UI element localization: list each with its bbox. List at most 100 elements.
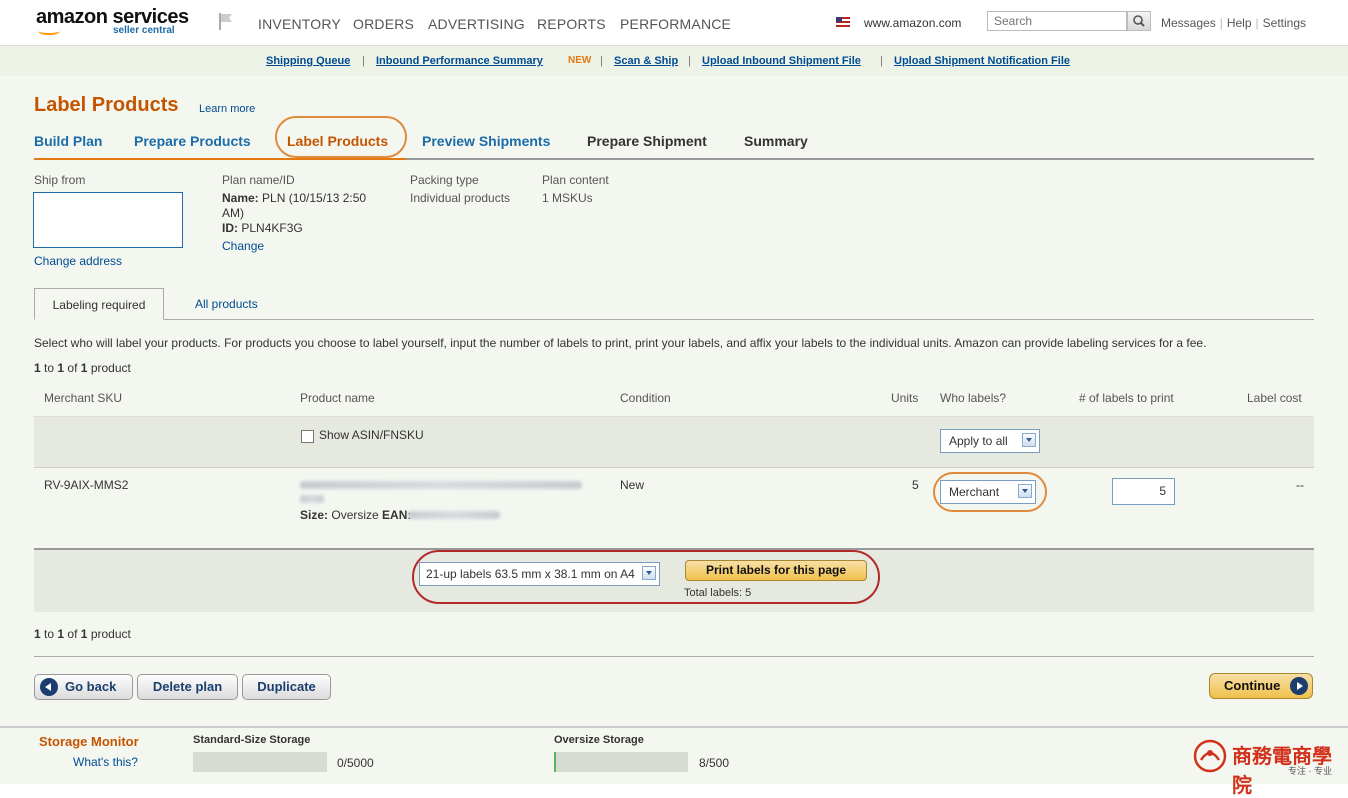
step-preview-shipments[interactable]: Preview Shipments [422, 133, 550, 149]
plan-name-label: Plan name/ID [222, 173, 295, 187]
tab-underline [34, 319, 1314, 320]
search-button[interactable] [1127, 11, 1151, 31]
page-end: 1 [57, 627, 65, 641]
duplicate-button[interactable]: Duplicate [242, 674, 331, 700]
plan-content-label: Plan content [542, 173, 609, 187]
arrow-left-icon [40, 678, 58, 696]
search-input[interactable] [987, 11, 1127, 31]
settings-link[interactable]: Settings [1263, 16, 1306, 30]
top-links: Messages | Help | Settings [1161, 16, 1306, 30]
continue-label: Continue [1224, 678, 1281, 693]
show-asin-label: Show ASIN/FNSKU [319, 428, 424, 442]
product-name-redacted [300, 481, 582, 489]
product-name-redacted-2 [300, 495, 324, 503]
page-start: 1 [34, 361, 41, 375]
step-prepare-products[interactable]: Prepare Products [134, 133, 251, 149]
step-progress-completed [34, 158, 406, 160]
pagination-top: 1 to 1 of 1 product [34, 361, 131, 375]
top-bar: amazon services seller central INVENTORY… [0, 0, 1348, 46]
oversize-storage-bar [554, 752, 688, 772]
packing-type-value: Individual products [410, 191, 511, 205]
table-filter-row [34, 416, 1314, 467]
sub-navigation: Shipping Queue | Inbound Performance Sum… [0, 46, 1348, 76]
flag-icon[interactable] [218, 12, 234, 30]
highlight-ring-print [412, 550, 880, 604]
step-build-plan[interactable]: Build Plan [34, 133, 102, 149]
logo-smile-icon [38, 27, 60, 35]
continue-button[interactable]: Continue [1209, 673, 1313, 699]
nav-advertising[interactable]: ADVERTISING [428, 16, 525, 32]
merchant-sku-value: RV-9AIX-MMS2 [44, 478, 129, 492]
page-of: of [67, 361, 78, 375]
labels-to-print-input[interactable]: 5 [1112, 478, 1175, 505]
packing-type-label: Packing type [410, 173, 479, 187]
oversize-storage-value: 8/500 [699, 756, 730, 770]
id-label: ID: [222, 221, 238, 235]
nav-reports[interactable]: REPORTS [537, 16, 606, 32]
highlight-ring-step [275, 116, 407, 158]
separator: | [1219, 16, 1223, 30]
apply-to-all-select[interactable]: Apply to all [940, 429, 1040, 453]
ean-label: EAN: [382, 508, 412, 522]
upload-notification-link[interactable]: Upload Shipment Notification File [894, 55, 1070, 67]
page-to: to [44, 361, 55, 375]
us-flag-icon [836, 17, 850, 27]
col-condition: Condition [620, 391, 671, 405]
col-units: Units [891, 391, 919, 405]
pagination-bottom: 1 to 1 of 1 product [34, 627, 131, 641]
units-value: 5 [912, 478, 919, 492]
page-unit: product [90, 627, 131, 641]
messages-link[interactable]: Messages [1161, 16, 1216, 30]
scan-ship-link[interactable]: Scan & Ship [614, 55, 678, 67]
tab-all-products[interactable]: All products [195, 297, 258, 311]
highlight-ring-who-labels [933, 472, 1047, 512]
nav-orders[interactable]: ORDERS [353, 16, 414, 32]
separator: | [880, 55, 883, 67]
learn-more-link[interactable]: Learn more [199, 103, 255, 115]
oversize-storage-label: Oversize Storage [554, 734, 644, 746]
arrow-right-icon [1290, 677, 1308, 695]
separator: | [1255, 16, 1259, 30]
marketplace-link[interactable]: www.amazon.com [864, 16, 961, 30]
page-total: 1 [80, 361, 88, 375]
nav-inventory[interactable]: INVENTORY [258, 16, 341, 32]
step-summary: Summary [744, 133, 808, 149]
size-label: Size: [300, 508, 329, 522]
ship-from-address-box [33, 192, 183, 248]
go-back-button[interactable]: Go back [34, 674, 133, 700]
search-icon [1133, 15, 1145, 27]
separator: | [600, 55, 603, 67]
separator: | [688, 55, 691, 67]
delete-plan-button[interactable]: Delete plan [137, 674, 238, 700]
col-labels-to-print: # of labels to print [1079, 391, 1174, 405]
standard-storage-value: 0/5000 [337, 756, 374, 770]
shipping-queue-link[interactable]: Shipping Queue [266, 55, 350, 67]
instructions-text: Select who will label your products. For… [34, 336, 1207, 350]
upload-inbound-link[interactable]: Upload Inbound Shipment File [702, 55, 861, 67]
label-cost-value: -- [1296, 478, 1304, 492]
nav-performance[interactable]: PERFORMANCE [620, 16, 731, 32]
chevron-down-icon [1022, 433, 1036, 447]
logo-sub: seller central [113, 25, 175, 36]
plan-content-value: 1 MSKUs [542, 191, 593, 205]
change-plan-link[interactable]: Change [222, 239, 264, 253]
separator: | [362, 55, 365, 67]
page-start: 1 [34, 627, 41, 641]
apply-to-all-value: Apply to all [949, 434, 1008, 448]
col-label-cost: Label cost [1247, 391, 1302, 405]
col-who-labels: Who labels? [940, 391, 1007, 405]
tab-labeling-required[interactable]: Labeling required [34, 288, 164, 320]
page-to: to [44, 627, 55, 641]
page-title: Label Products [34, 94, 179, 116]
go-back-label: Go back [65, 679, 117, 694]
change-address-link[interactable]: Change address [34, 254, 122, 268]
show-asin-checkbox[interactable] [301, 430, 314, 443]
divider [34, 656, 1314, 657]
help-link[interactable]: Help [1227, 16, 1252, 30]
inbound-performance-link[interactable]: Inbound Performance Summary [376, 55, 543, 67]
plan-name-value: PLN (10/15/13 2:50 [262, 191, 367, 205]
whats-this-link[interactable]: What's this? [73, 755, 138, 769]
oversize-storage-fill [554, 752, 556, 772]
page-of: of [67, 627, 78, 641]
name-label: Name: [222, 191, 259, 205]
